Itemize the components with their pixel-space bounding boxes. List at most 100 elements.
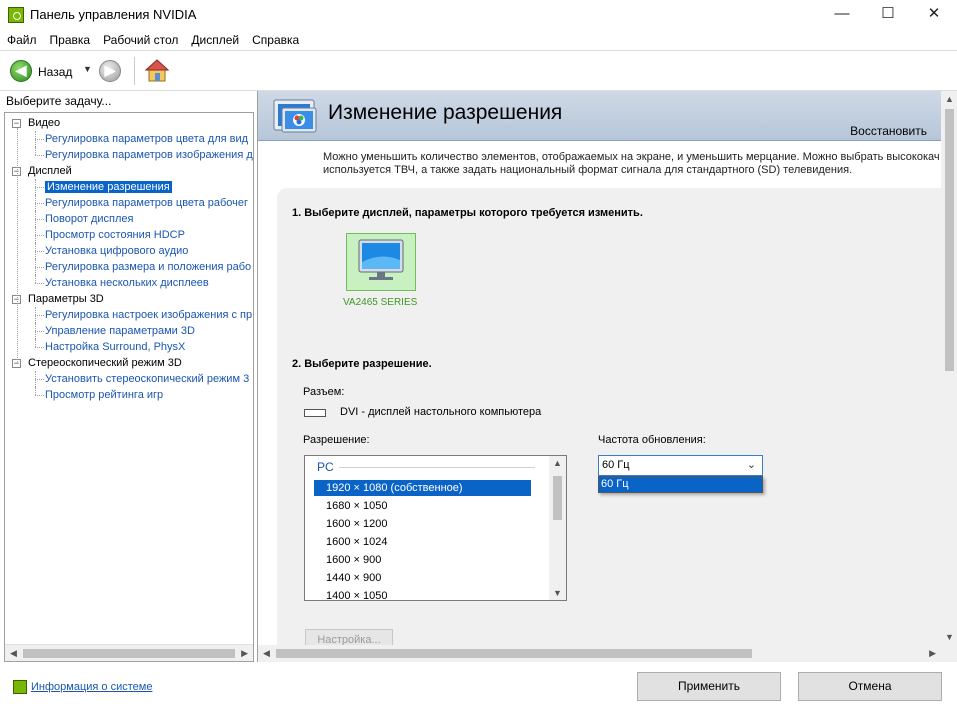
- tree-item-label: Просмотр состояния HDCP: [45, 229, 185, 241]
- resolution-list-scrollbar[interactable]: ▲ ▼: [549, 456, 566, 600]
- tree-item-label: Регулировка параметров цвета для вид: [45, 133, 249, 145]
- tree-item[interactable]: Регулировка размера и положения рабо: [45, 259, 251, 275]
- task-tree: − Видео Регулировка параметров цвета для в…: [4, 112, 254, 662]
- tree-connector: [35, 139, 44, 140]
- resolution-option[interactable]: 1600 × 1200: [314, 516, 531, 532]
- apply-button[interactable]: Применить: [637, 672, 781, 701]
- tree-item[interactable]: Регулировка параметров изображения д: [45, 147, 253, 163]
- tree-item-label: Управление параметрами 3D: [45, 325, 195, 337]
- tree-connector: [35, 315, 44, 316]
- back-button-label[interactable]: Назад: [38, 65, 72, 79]
- scroll-down-arrow-icon[interactable]: ▼: [553, 588, 562, 598]
- main-horizontal-scrollbar[interactable]: ◀ ▶: [258, 645, 941, 662]
- task-pane-header: Выберите задачу...: [6, 94, 112, 108]
- tree-connector: [35, 331, 44, 332]
- scrollbar-thumb[interactable]: [945, 109, 954, 371]
- home-icon[interactable]: [144, 58, 170, 84]
- scroll-left-arrow-icon[interactable]: ◀: [263, 648, 270, 659]
- menu-file[interactable]: Файл: [0, 30, 43, 50]
- refresh-rate-option[interactable]: 60 Гц: [598, 476, 763, 493]
- resolution-option[interactable]: 1600 × 900: [314, 552, 531, 568]
- tree-item[interactable]: Регулировка настроек изображения с пр: [45, 307, 252, 323]
- scrollbar-thumb[interactable]: [23, 649, 235, 658]
- window-title: Панель управления NVIDIA: [30, 7, 197, 22]
- tree-connector: [35, 275, 36, 283]
- tree-item-label: Настройка Surround, PhysX: [45, 341, 186, 353]
- description-line-2: используется ТВЧ, а также задать национа…: [323, 164, 853, 176]
- resolution-option[interactable]: 1680 × 1050: [314, 498, 531, 514]
- tree-connector: [35, 347, 44, 348]
- back-arrow-icon[interactable]: ◀: [10, 60, 32, 82]
- maximize-button[interactable]: ☐: [865, 0, 911, 30]
- forward-arrow-icon[interactable]: ▶: [99, 60, 121, 82]
- scrollbar-thumb[interactable]: [276, 649, 752, 658]
- tree-item[interactable]: Управление параметрами 3D: [45, 323, 195, 339]
- tree-item-label: Поворот дисплея: [45, 213, 134, 225]
- tree-connector: [35, 155, 44, 156]
- left-horizontal-scrollbar[interactable]: ◀ ▶: [5, 644, 253, 661]
- back-history-dropdown-icon[interactable]: ▼: [83, 64, 92, 74]
- tree-item[interactable]: Поворот дисплея: [45, 211, 133, 227]
- main-panel: Изменение разрешения Восстановить Можно …: [257, 91, 957, 662]
- minimize-button[interactable]: —: [819, 0, 865, 30]
- tree-item-label: Установка нескольких дисплеев: [45, 277, 209, 289]
- cancel-button[interactable]: Отмена: [798, 672, 942, 701]
- refresh-rate-select[interactable]: 60 Гц ⌄: [598, 455, 763, 476]
- collapse-toggle-icon[interactable]: −: [12, 119, 21, 128]
- refresh-rate-label: Частота обновления:: [598, 434, 706, 446]
- tree-category[interactable]: Параметры 3D: [28, 291, 104, 307]
- tree-connector: [35, 371, 36, 387]
- resolution-option[interactable]: 1440 × 900: [314, 570, 531, 586]
- menu-desktop[interactable]: Рабочий стол: [96, 30, 184, 50]
- resolution-option[interactable]: 1600 × 1024: [314, 534, 531, 550]
- tree-connector: [35, 283, 44, 284]
- tree-connector: [35, 147, 36, 155]
- tree-item-label: Изменение разрешения: [45, 181, 172, 193]
- display-name-label: VA2465 SERIES: [343, 297, 418, 308]
- resolution-option[interactable]: 1920 × 1080 (собственное): [314, 480, 531, 496]
- tree-category[interactable]: Стереоскопический режим 3D: [28, 355, 182, 371]
- tree-connector: [35, 387, 36, 395]
- scroll-right-arrow-icon[interactable]: ▶: [241, 648, 248, 659]
- page-header: Изменение разрешения Восстановить: [258, 91, 941, 141]
- scroll-down-arrow-icon[interactable]: ▼: [945, 632, 954, 642]
- scroll-left-arrow-icon[interactable]: ◀: [10, 648, 17, 659]
- tree-item[interactable]: Установить стереоскопический режим 3: [45, 371, 249, 387]
- tree-item[interactable]: Изменение разрешения: [45, 179, 172, 195]
- tree-item[interactable]: Установка цифрового аудио: [45, 243, 188, 259]
- tree-category[interactable]: Видео: [28, 115, 60, 131]
- close-button[interactable]: ✕: [911, 0, 957, 30]
- tree-item[interactable]: Регулировка параметров цвета для вид: [45, 131, 248, 147]
- tree-item[interactable]: Регулировка параметров цвета рабочег: [45, 195, 248, 211]
- display-selector-tile[interactable]: [346, 233, 416, 291]
- tree-item[interactable]: Просмотр состояния HDCP: [45, 227, 185, 243]
- tree-category-label: Видео: [28, 117, 61, 129]
- restore-defaults-link[interactable]: Восстановить: [850, 124, 927, 138]
- resolution-listbox[interactable]: PC 1920 × 1080 (собственное) 1680 × 1050 1…: [304, 455, 567, 601]
- resolution-group-header: PC: [317, 460, 334, 474]
- tree-item[interactable]: Установка нескольких дисплеев: [45, 275, 209, 291]
- nvidia-info-icon: [13, 680, 27, 694]
- menu-display[interactable]: Дисплей: [184, 30, 245, 50]
- tree-connector: [35, 259, 36, 275]
- menu-edit[interactable]: Правка: [43, 30, 97, 50]
- tree-item[interactable]: Настройка Surround, PhysX: [45, 339, 185, 355]
- scroll-up-arrow-icon[interactable]: ▲: [945, 94, 954, 104]
- scroll-up-arrow-icon[interactable]: ▲: [553, 458, 562, 468]
- step-2-title: 2. Выберите разрешение.: [292, 358, 432, 370]
- refresh-rate-value: 60 Гц: [602, 459, 630, 471]
- tree-connector: [35, 203, 44, 204]
- scroll-right-arrow-icon[interactable]: ▶: [929, 648, 936, 659]
- tree-connector: [35, 339, 36, 347]
- tree-connector: [35, 323, 36, 339]
- resolution-option[interactable]: 1400 × 1050: [314, 588, 531, 600]
- scrollbar-thumb[interactable]: [553, 476, 562, 520]
- page-title: Изменение разрешения: [328, 101, 563, 124]
- tree-category-label: Дисплей: [28, 165, 72, 177]
- tree-category[interactable]: Дисплей: [28, 163, 72, 179]
- tree-item[interactable]: Просмотр рейтинга игр: [45, 387, 163, 403]
- main-vertical-scrollbar[interactable]: ▲ ▼: [941, 91, 957, 645]
- menu-help[interactable]: Справка: [245, 30, 305, 50]
- system-info-link[interactable]: Информация о системе: [31, 681, 152, 693]
- tree-connector: [35, 379, 44, 380]
